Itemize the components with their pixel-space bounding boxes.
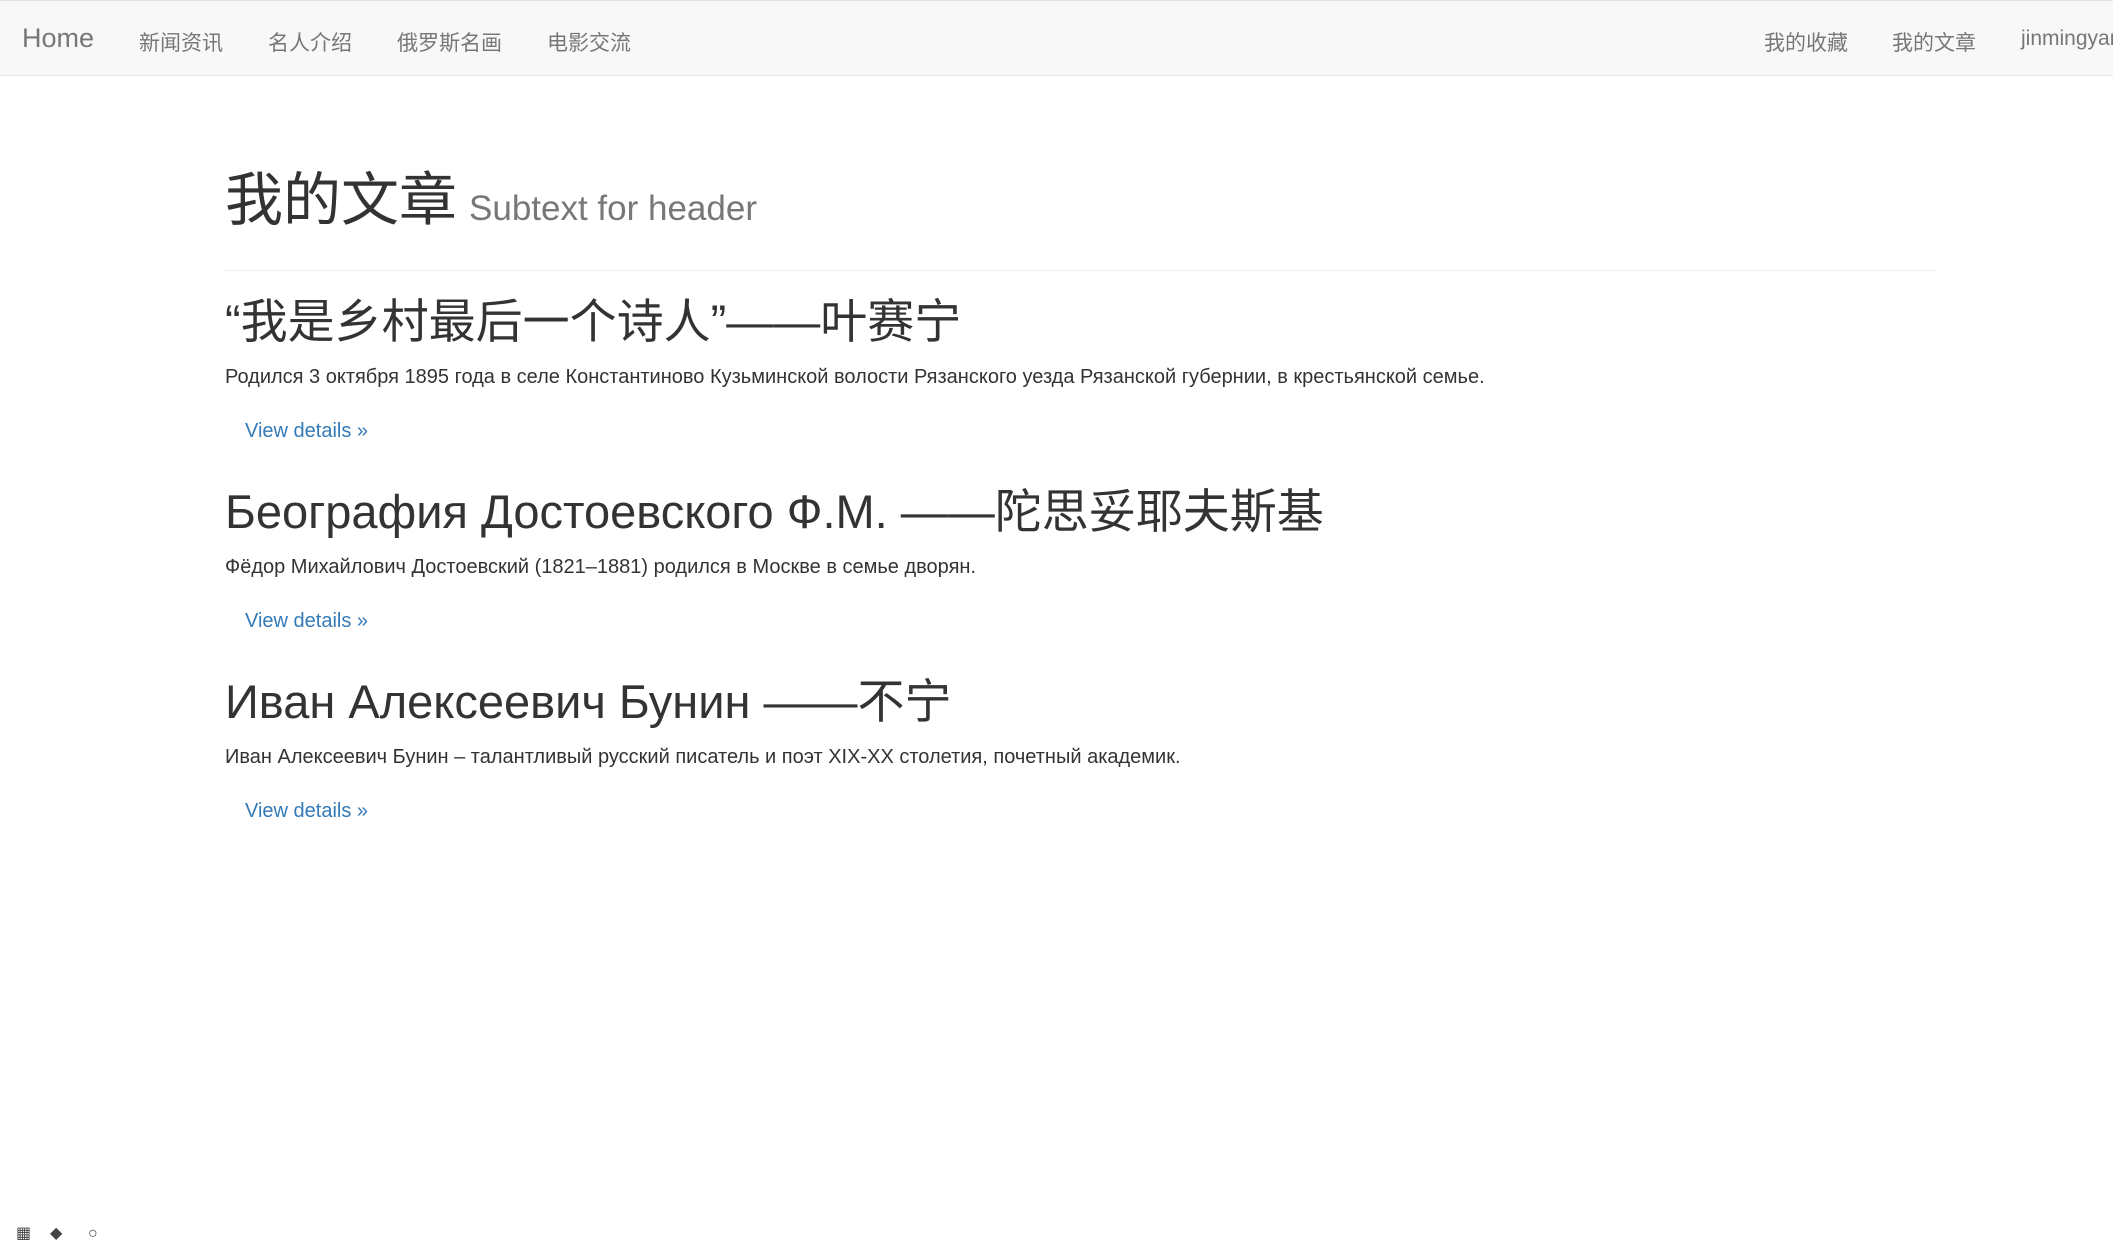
view-details-link[interactable]: View details »	[245, 610, 368, 633]
nav-item-favorites[interactable]: 我的收藏	[1764, 27, 1848, 57]
article-summary: Родился 3 октября 1895 года в селе Конст…	[225, 366, 1485, 388]
view-details-link[interactable]: View details »	[245, 420, 368, 443]
page-title-text: 我的文章	[225, 168, 458, 233]
view-details-link[interactable]: View details »	[245, 800, 368, 823]
top-navbar: Home 新闻资讯 名人介绍 俄罗斯名画 电影交流 我的收藏 我的文章 jinm…	[0, 0, 2113, 76]
nav-item-celebrities[interactable]: 名人介绍	[268, 27, 352, 57]
article-title: Беография Достоевского Ф.М. ——陀思妥耶夫斯基	[225, 485, 1324, 538]
page-subtitle: Subtext for header	[469, 189, 757, 228]
search-icon[interactable]: ○	[88, 1226, 98, 1240]
app-icon[interactable]: ◆	[50, 1226, 62, 1240]
page-title: 我的文章 Subtext for header	[225, 172, 757, 230]
nav-item-movies[interactable]: 电影交流	[547, 27, 631, 57]
article-summary: Иван Алексеевич Бунин – талантливый русс…	[225, 746, 1181, 768]
nav-item-my-articles[interactable]: 我的文章	[1892, 27, 1976, 57]
home-link[interactable]: Home	[22, 23, 94, 54]
page-header: 我的文章 Subtext for header	[225, 172, 1937, 271]
article-summary: Фёдор Михайлович Достоевский (1821–1881)…	[225, 556, 977, 578]
article-title: Иван Алексеевич Бунин ——不宁	[225, 675, 952, 728]
window-icon[interactable]: ▦	[16, 1226, 31, 1240]
nav-item-user[interactable]: jinmingyan	[2021, 27, 2113, 51]
nav-item-news[interactable]: 新闻资讯	[139, 27, 223, 57]
nav-item-russian-paintings[interactable]: 俄罗斯名画	[397, 27, 502, 57]
article-title: “我是乡村最后一个诗人”——叶赛宁	[225, 295, 962, 348]
taskbar-icons-fragment: ▦ ◆ ○	[0, 1226, 120, 1240]
